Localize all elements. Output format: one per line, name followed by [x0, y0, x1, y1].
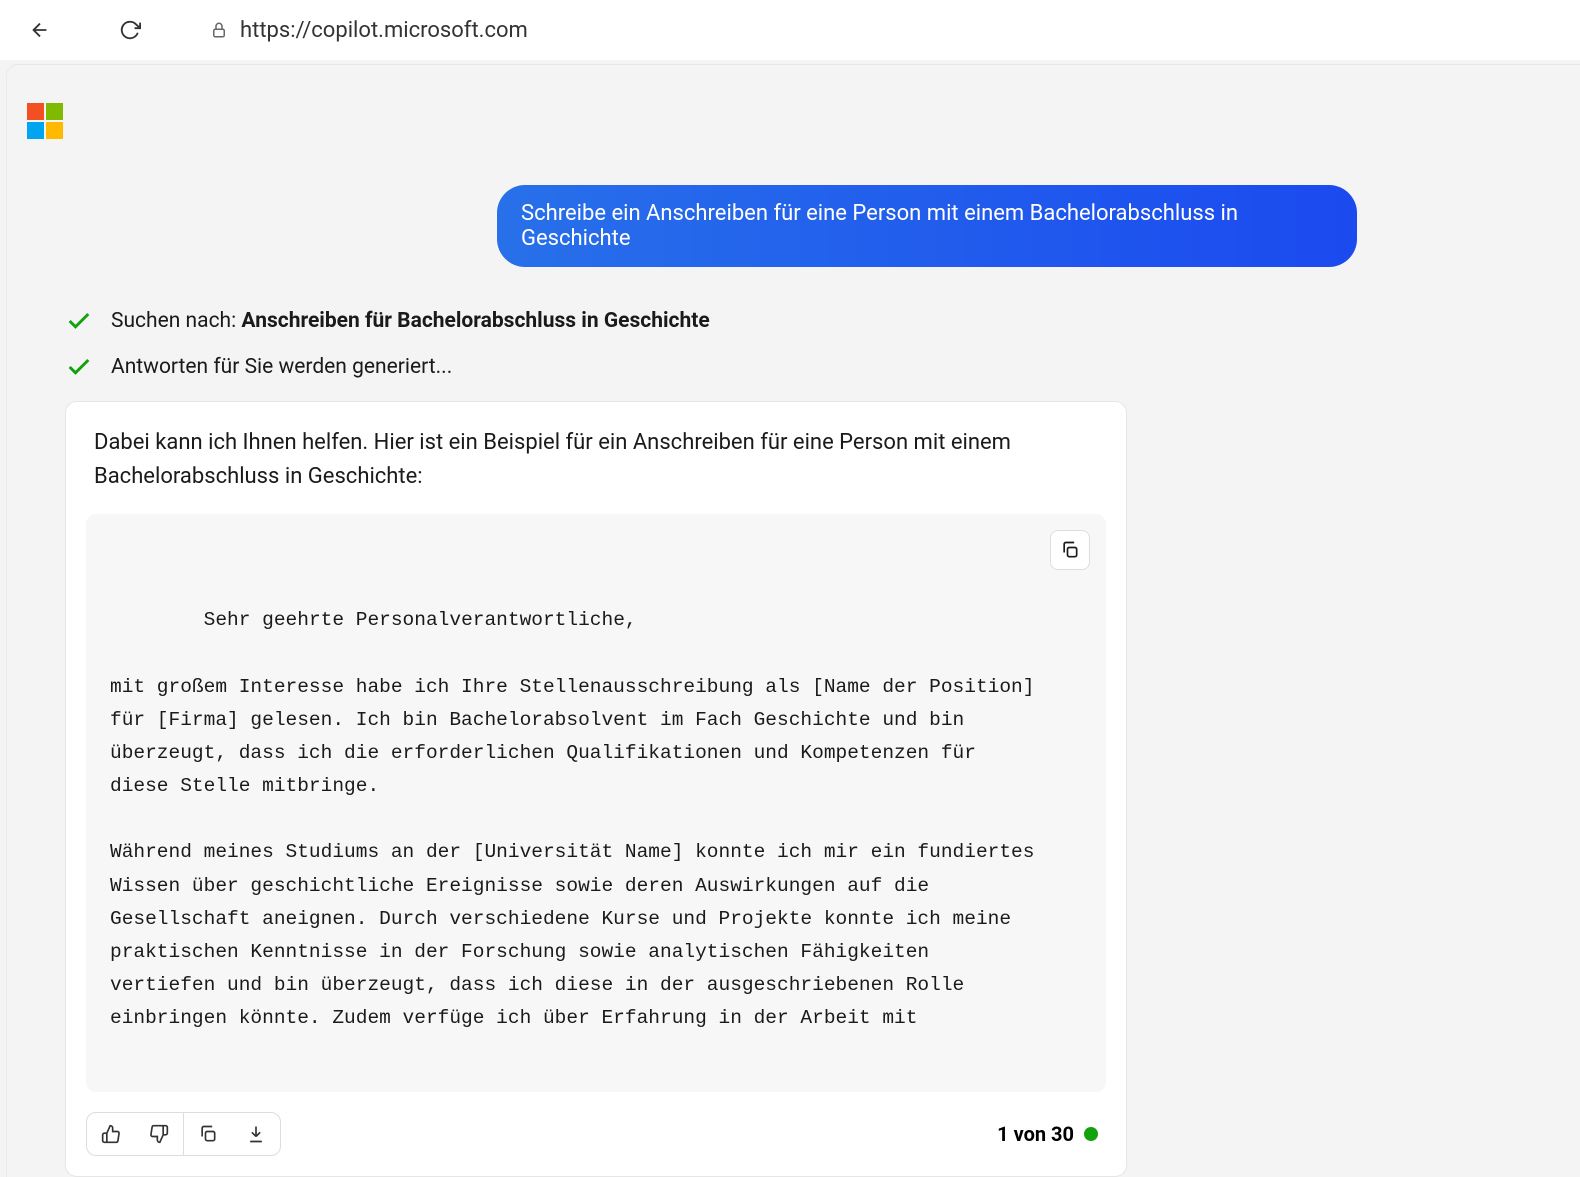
thumbs-down-button[interactable]: [135, 1113, 183, 1155]
user-message-row: Schreibe ein Anschreiben für eine Person…: [27, 185, 1367, 267]
status-searching-prefix: Suchen nach:: [111, 309, 241, 333]
feedback-buttons: [86, 1112, 281, 1156]
check-icon: [65, 307, 93, 335]
letter-text: Sehr geehrte Personalverantwortliche, mi…: [110, 609, 1046, 1029]
user-message-bubble: Schreibe ein Anschreiben für eine Person…: [497, 185, 1357, 267]
copy-code-button[interactable]: [1050, 530, 1090, 570]
export-button[interactable]: [232, 1113, 280, 1155]
thumbs-up-button[interactable]: [87, 1113, 135, 1155]
lock-icon: [210, 21, 228, 39]
url-bar[interactable]: https://copilot.microsoft.com: [170, 18, 1560, 43]
microsoft-logo[interactable]: [27, 103, 63, 139]
response-card: Dabei kann ich Ihnen helfen. Hier ist ei…: [65, 401, 1127, 1177]
back-button[interactable]: [20, 10, 60, 50]
letter-code-block: Sehr geehrte Personalverantwortliche, mi…: [86, 514, 1106, 1092]
thumbs-down-icon: [149, 1124, 169, 1144]
page-content: Schreibe ein Anschreiben für eine Person…: [6, 64, 1580, 1177]
download-icon: [246, 1124, 266, 1144]
status-generating: Antworten für Sie werden generiert...: [65, 353, 1367, 381]
url-text: https://copilot.microsoft.com: [240, 18, 528, 43]
status-searching-query: Anschreiben für Bachelorabschluss in Ges…: [241, 309, 709, 333]
back-icon: [29, 19, 51, 41]
refresh-button[interactable]: [110, 10, 150, 50]
check-icon: [65, 353, 93, 381]
chat-container: Schreibe ein Anschreiben für eine Person…: [27, 95, 1367, 1177]
copy-icon: [1060, 540, 1080, 560]
status-searching: Suchen nach: Anschreiben für Bachelorabs…: [65, 307, 1367, 335]
refresh-icon: [119, 19, 141, 41]
response-action-bar: 1 von 30: [66, 1092, 1126, 1162]
thumbs-up-icon: [101, 1124, 121, 1144]
status-dot-icon: [1084, 1127, 1098, 1141]
status-generating-text: Antworten für Sie werden generiert...: [111, 355, 452, 379]
response-counter: 1 von 30: [997, 1122, 1098, 1146]
copy-icon: [198, 1124, 218, 1144]
browser-toolbar: https://copilot.microsoft.com: [0, 0, 1580, 60]
response-intro: Dabei kann ich Ihnen helfen. Hier ist ei…: [66, 426, 1126, 514]
copy-response-button[interactable]: [184, 1113, 232, 1155]
